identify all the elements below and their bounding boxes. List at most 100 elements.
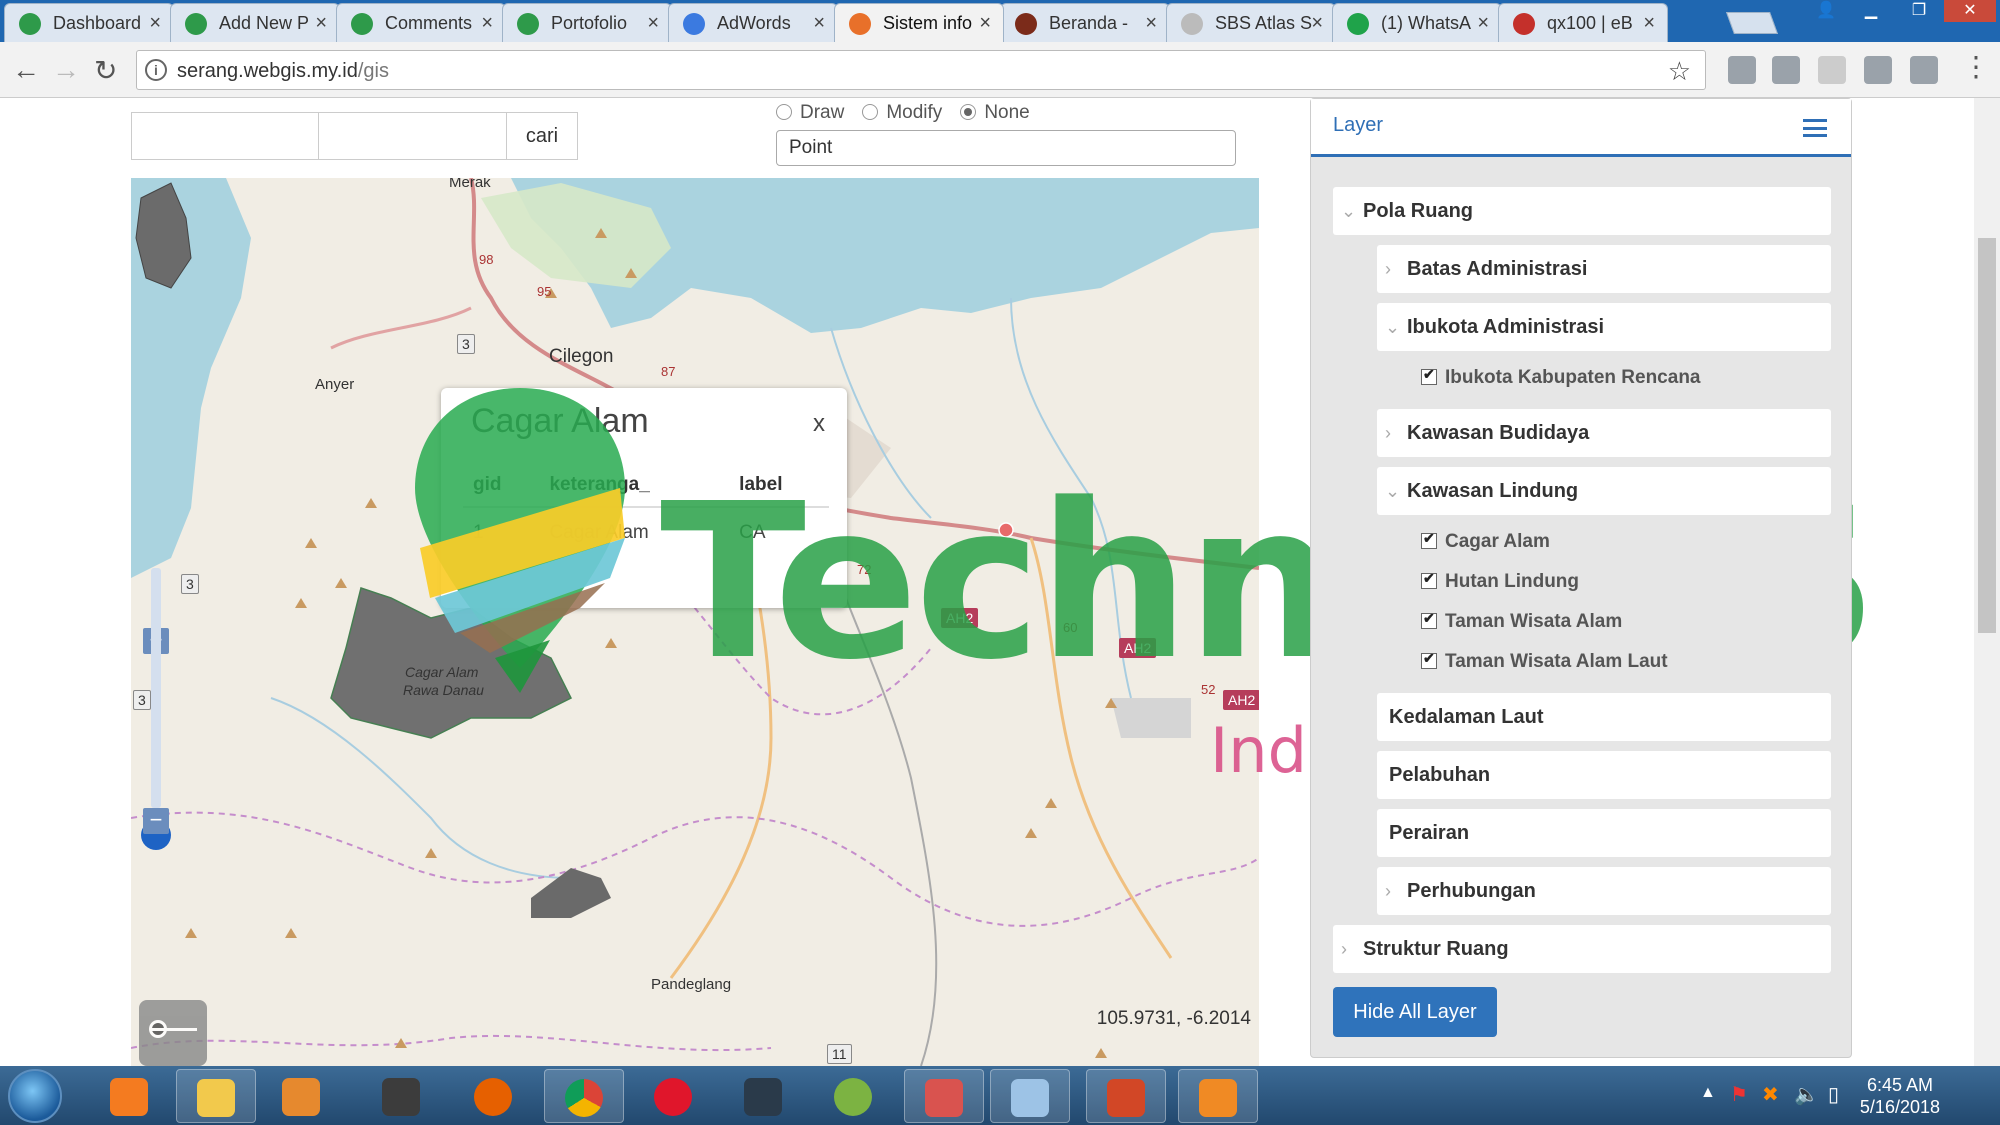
xampp-tray-icon[interactable]: ✖ bbox=[1762, 1082, 1779, 1107]
cari-button[interactable]: cari bbox=[506, 112, 578, 160]
browser-tab[interactable]: Portofolio × bbox=[502, 3, 672, 42]
xampp-taskbar-icon[interactable] bbox=[90, 1069, 170, 1123]
tab-favicon-icon bbox=[1015, 13, 1037, 35]
explorer-taskbar-icon[interactable] bbox=[176, 1069, 256, 1123]
hide-all-layer-button[interactable]: Hide All Layer bbox=[1333, 987, 1497, 1037]
browser-tab[interactable]: qx100 | eB × bbox=[1498, 3, 1668, 42]
action-center-flag-icon[interactable]: ⚑ bbox=[1730, 1082, 1748, 1107]
chrome-taskbar-icon[interactable] bbox=[544, 1069, 624, 1123]
layer-checkbox[interactable] bbox=[1421, 610, 1437, 629]
browser-tab[interactable]: Sistem info × bbox=[834, 3, 1004, 42]
draw-mode-radio[interactable]: Draw bbox=[776, 102, 844, 124]
site-info-icon[interactable]: i bbox=[145, 59, 167, 81]
layer-item-kedalaman-laut[interactable]: Kedalaman Laut bbox=[1377, 693, 1831, 741]
layer-item-pelabuhan[interactable]: Pelabuhan bbox=[1377, 751, 1831, 799]
geometry-type-select[interactable]: Point bbox=[776, 130, 1236, 166]
tab-close-icon[interactable]: × bbox=[481, 12, 493, 35]
search-input-2[interactable] bbox=[318, 112, 507, 160]
tab-close-icon[interactable]: × bbox=[813, 12, 825, 35]
layer-group-struktur-ruang[interactable]: › Struktur Ruang bbox=[1333, 925, 1831, 973]
browser-tab[interactable]: Beranda - × bbox=[1000, 3, 1170, 42]
sublime-taskbar-icon[interactable] bbox=[362, 1069, 442, 1123]
tray-expand-icon[interactable]: ▲ bbox=[1700, 1084, 1716, 1102]
tab-close-icon[interactable]: × bbox=[1311, 12, 1323, 35]
address-bar[interactable]: i serang.webgis.my.id/gis ☆ bbox=[136, 50, 1706, 90]
media-player-taskbar-icon[interactable] bbox=[262, 1069, 342, 1123]
firefox-taskbar-icon[interactable] bbox=[454, 1069, 534, 1123]
layer-group-pola-ruang[interactable]: ⌄ Pola Ruang bbox=[1333, 187, 1831, 235]
restore-icon[interactable]: ❐ bbox=[1896, 0, 1942, 22]
volume-icon[interactable]: 🔈 bbox=[1794, 1082, 1819, 1107]
android-studio-taskbar-icon[interactable] bbox=[814, 1069, 894, 1123]
layer-group-perhubungan[interactable]: › Perhubungan bbox=[1377, 867, 1831, 915]
zoom-out-button[interactable]: − bbox=[143, 808, 169, 834]
radio-circle-icon[interactable] bbox=[960, 104, 977, 120]
tab-close-icon[interactable]: × bbox=[979, 12, 991, 35]
nox-taskbar-icon[interactable] bbox=[724, 1069, 804, 1123]
layer-group-batas-administrasi[interactable]: › Batas Administrasi bbox=[1377, 245, 1831, 293]
shield-extension-icon[interactable] bbox=[1910, 56, 1938, 84]
cagar-alam-polygon[interactable] bbox=[330, 587, 573, 739]
extension-icon[interactable] bbox=[1728, 56, 1756, 84]
forward-arrow-icon[interactable]: → bbox=[52, 54, 80, 86]
zoom-slider-track[interactable] bbox=[151, 568, 161, 808]
snipping-tool-taskbar-icon[interactable] bbox=[904, 1069, 984, 1123]
hamburger-menu-icon[interactable] bbox=[1803, 119, 1827, 137]
start-button[interactable] bbox=[8, 1069, 62, 1123]
layer-item-ibukota-kabupaten-rencana[interactable]: Ibukota Kabupaten Rencana bbox=[1421, 366, 1701, 389]
page-scrollbar[interactable] bbox=[1974, 98, 2000, 1066]
layer-checkbox[interactable] bbox=[1421, 530, 1437, 549]
draw-mode-radio[interactable]: Modify bbox=[862, 102, 942, 124]
browser-tab[interactable]: Add New P × bbox=[170, 3, 340, 42]
browser-tab[interactable]: Dashboard × bbox=[4, 3, 174, 42]
map-point-marker[interactable] bbox=[998, 522, 1014, 538]
notepad-taskbar-icon[interactable] bbox=[990, 1069, 1070, 1123]
radio-circle-icon[interactable] bbox=[776, 104, 792, 120]
menu-kebab-icon[interactable]: ⋮ bbox=[1962, 50, 1990, 83]
new-tab-button[interactable] bbox=[1725, 12, 1779, 34]
radio-circle-icon[interactable] bbox=[862, 104, 879, 120]
powerpoint-taskbar-icon[interactable] bbox=[1086, 1069, 1166, 1123]
layer-group-kawasan-budidaya[interactable]: › Kawasan Budidaya bbox=[1377, 409, 1831, 457]
tab-close-icon[interactable]: × bbox=[1477, 12, 1489, 35]
tab-close-icon[interactable]: × bbox=[1145, 12, 1157, 35]
popup-close-button[interactable]: x bbox=[813, 410, 825, 438]
browser-tab[interactable]: AdWords × bbox=[668, 3, 838, 42]
tab-close-icon[interactable]: × bbox=[149, 12, 161, 35]
layer-checkbox[interactable] bbox=[1421, 650, 1437, 669]
camera-extension-icon[interactable] bbox=[1772, 56, 1800, 84]
browser-tab[interactable]: (1) WhatsA × bbox=[1332, 3, 1502, 42]
layer-group-kawasan-lindung[interactable]: ⌄ Kawasan Lindung bbox=[1377, 467, 1831, 515]
minimize-icon[interactable]: ▁ bbox=[1848, 0, 1894, 22]
pdf-taskbar-icon[interactable] bbox=[1178, 1069, 1258, 1123]
overview-map-toggle[interactable] bbox=[139, 1000, 207, 1066]
draw-mode-radio[interactable]: None bbox=[960, 102, 1030, 124]
reload-icon[interactable]: ↻ bbox=[94, 54, 117, 87]
browser-tab[interactable]: Comments × bbox=[336, 3, 506, 42]
layer-group-ibukota-administrasi[interactable]: ⌄ Ibukota Administrasi bbox=[1377, 303, 1831, 351]
layer-item-hutan-lindung[interactable]: Hutan Lindung bbox=[1421, 570, 1579, 593]
tab-close-icon[interactable]: × bbox=[1643, 12, 1655, 35]
browser-tab[interactable]: SBS Atlas S × bbox=[1166, 3, 1336, 42]
tab-close-icon[interactable]: × bbox=[315, 12, 327, 35]
scrollbar-thumb[interactable] bbox=[1978, 238, 1996, 633]
map-view[interactable]: Merak Cilegon Anyer Pandeglang Cagar Ala… bbox=[131, 178, 1259, 1066]
opera-taskbar-icon[interactable] bbox=[634, 1069, 714, 1123]
layer-item-perairan[interactable]: Perairan bbox=[1377, 809, 1831, 857]
layer-item-taman-wisata-alam-laut[interactable]: Taman Wisata Alam Laut bbox=[1421, 650, 1668, 673]
disabled-extension-icon[interactable] bbox=[1818, 56, 1846, 84]
search-input-1[interactable] bbox=[131, 112, 319, 160]
battery-icon[interactable]: ▯ bbox=[1828, 1082, 1839, 1107]
back-arrow-icon[interactable]: ← bbox=[12, 54, 40, 86]
layer-checkbox[interactable] bbox=[1421, 366, 1437, 385]
label-anyer: Anyer bbox=[315, 376, 355, 393]
bookmark-star-icon[interactable]: ☆ bbox=[1668, 56, 1691, 87]
clock[interactable]: 6:45 AM 5/16/2018 bbox=[1860, 1074, 1940, 1118]
screenshot-extension-icon[interactable] bbox=[1864, 56, 1892, 84]
close-window-icon[interactable]: ✕ bbox=[1944, 0, 1996, 22]
tab-close-icon[interactable]: × bbox=[647, 12, 659, 35]
layer-item-taman-wisata-alam[interactable]: Taman Wisata Alam bbox=[1421, 610, 1622, 633]
layer-item-cagar-alam[interactable]: Cagar Alam bbox=[1421, 530, 1550, 553]
layer-checkbox[interactable] bbox=[1421, 570, 1437, 589]
user-icon[interactable]: 👤 bbox=[1806, 0, 1846, 22]
